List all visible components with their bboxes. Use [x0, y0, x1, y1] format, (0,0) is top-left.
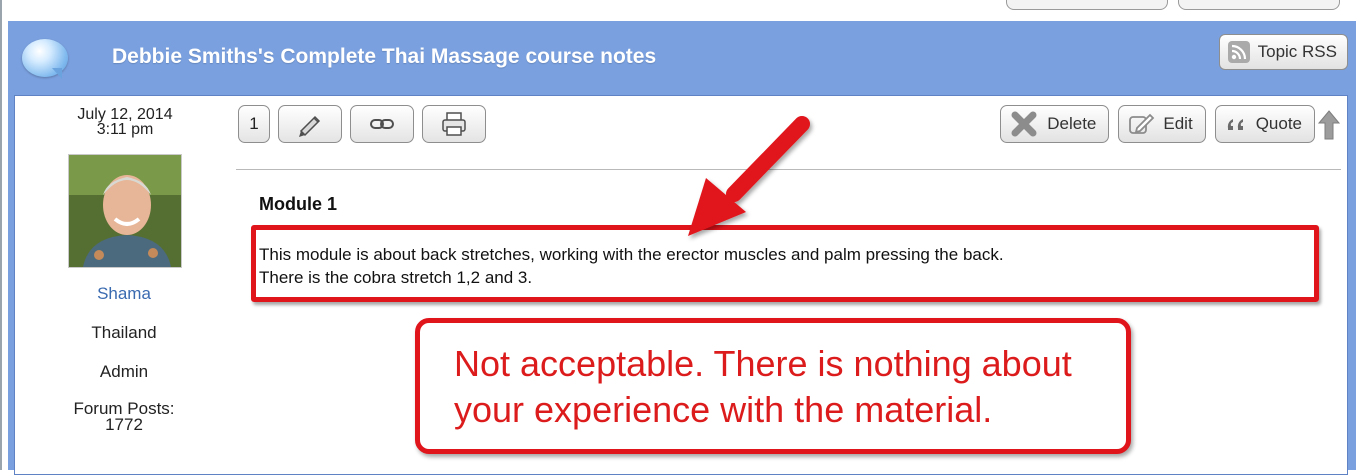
- print-icon: [442, 112, 466, 136]
- x-icon: [1011, 111, 1037, 137]
- post-number-button[interactable]: 1: [238, 105, 270, 143]
- post-heading: Module 1: [259, 194, 338, 214]
- author-posts-count: 1772: [105, 415, 143, 434]
- topic-rss-button[interactable]: Topic RSS: [1218, 34, 1348, 70]
- post-actions: Delete Edit Quote: [1000, 105, 1315, 143]
- avatar[interactable]: [68, 154, 182, 268]
- rss-icon: [1227, 41, 1250, 63]
- top-button-partial[interactable]: [1178, 0, 1340, 10]
- highlight-box: [251, 225, 1319, 302]
- topic-header: Debbie Smiths's Complete Thai Massage co…: [8, 21, 1356, 93]
- post-date: July 12, 2014 3:11 pm: [55, 106, 195, 138]
- up-arrow-icon[interactable]: [1317, 109, 1341, 141]
- pencil-icon: [299, 115, 321, 137]
- edit-label: Edit: [1163, 114, 1193, 133]
- top-toolbar-partial: [1006, 0, 1340, 10]
- author-name-link[interactable]: Shama: [15, 284, 233, 304]
- quote-label: Quote: [1255, 114, 1302, 133]
- post-divider: [236, 169, 1341, 170]
- speech-bubble-icon: [22, 39, 68, 79]
- author-location: Thailand: [91, 323, 157, 342]
- delete-label: Delete: [1047, 114, 1097, 133]
- link-icon: [370, 119, 394, 129]
- post: July 12, 2014 3:11 pm Shama Thailand Adm…: [14, 95, 1348, 475]
- forum-topic-container: Debbie Smiths's Complete Thai Massage co…: [8, 21, 1356, 475]
- author-role: Admin: [99, 362, 149, 381]
- post-date-day: July 12, 2014: [77, 106, 173, 123]
- post-tools: 1: [238, 105, 486, 143]
- topic-title: Debbie Smiths's Complete Thai Massage co…: [112, 45, 657, 68]
- topic-rss-label: Topic RSS: [1257, 42, 1337, 61]
- pencil-button[interactable]: [278, 105, 342, 143]
- annotation-line: your experience with the material.: [454, 389, 993, 430]
- print-button[interactable]: [422, 105, 486, 143]
- annotation-line: Not acceptable. There is nothing about: [454, 343, 1072, 384]
- quote-icon: [1227, 119, 1243, 130]
- edit-button[interactable]: Edit: [1118, 105, 1206, 143]
- delete-button[interactable]: Delete: [1000, 105, 1110, 143]
- post-date-time: 3:11 pm: [96, 121, 154, 138]
- top-button-partial[interactable]: [1006, 0, 1168, 10]
- page-left-border: [0, 0, 2, 470]
- quote-button[interactable]: Quote: [1214, 105, 1315, 143]
- edit-icon: [1129, 113, 1155, 134]
- annotation-callout: Not acceptable. There is nothing about y…: [415, 318, 1131, 454]
- permalink-button[interactable]: [350, 105, 414, 143]
